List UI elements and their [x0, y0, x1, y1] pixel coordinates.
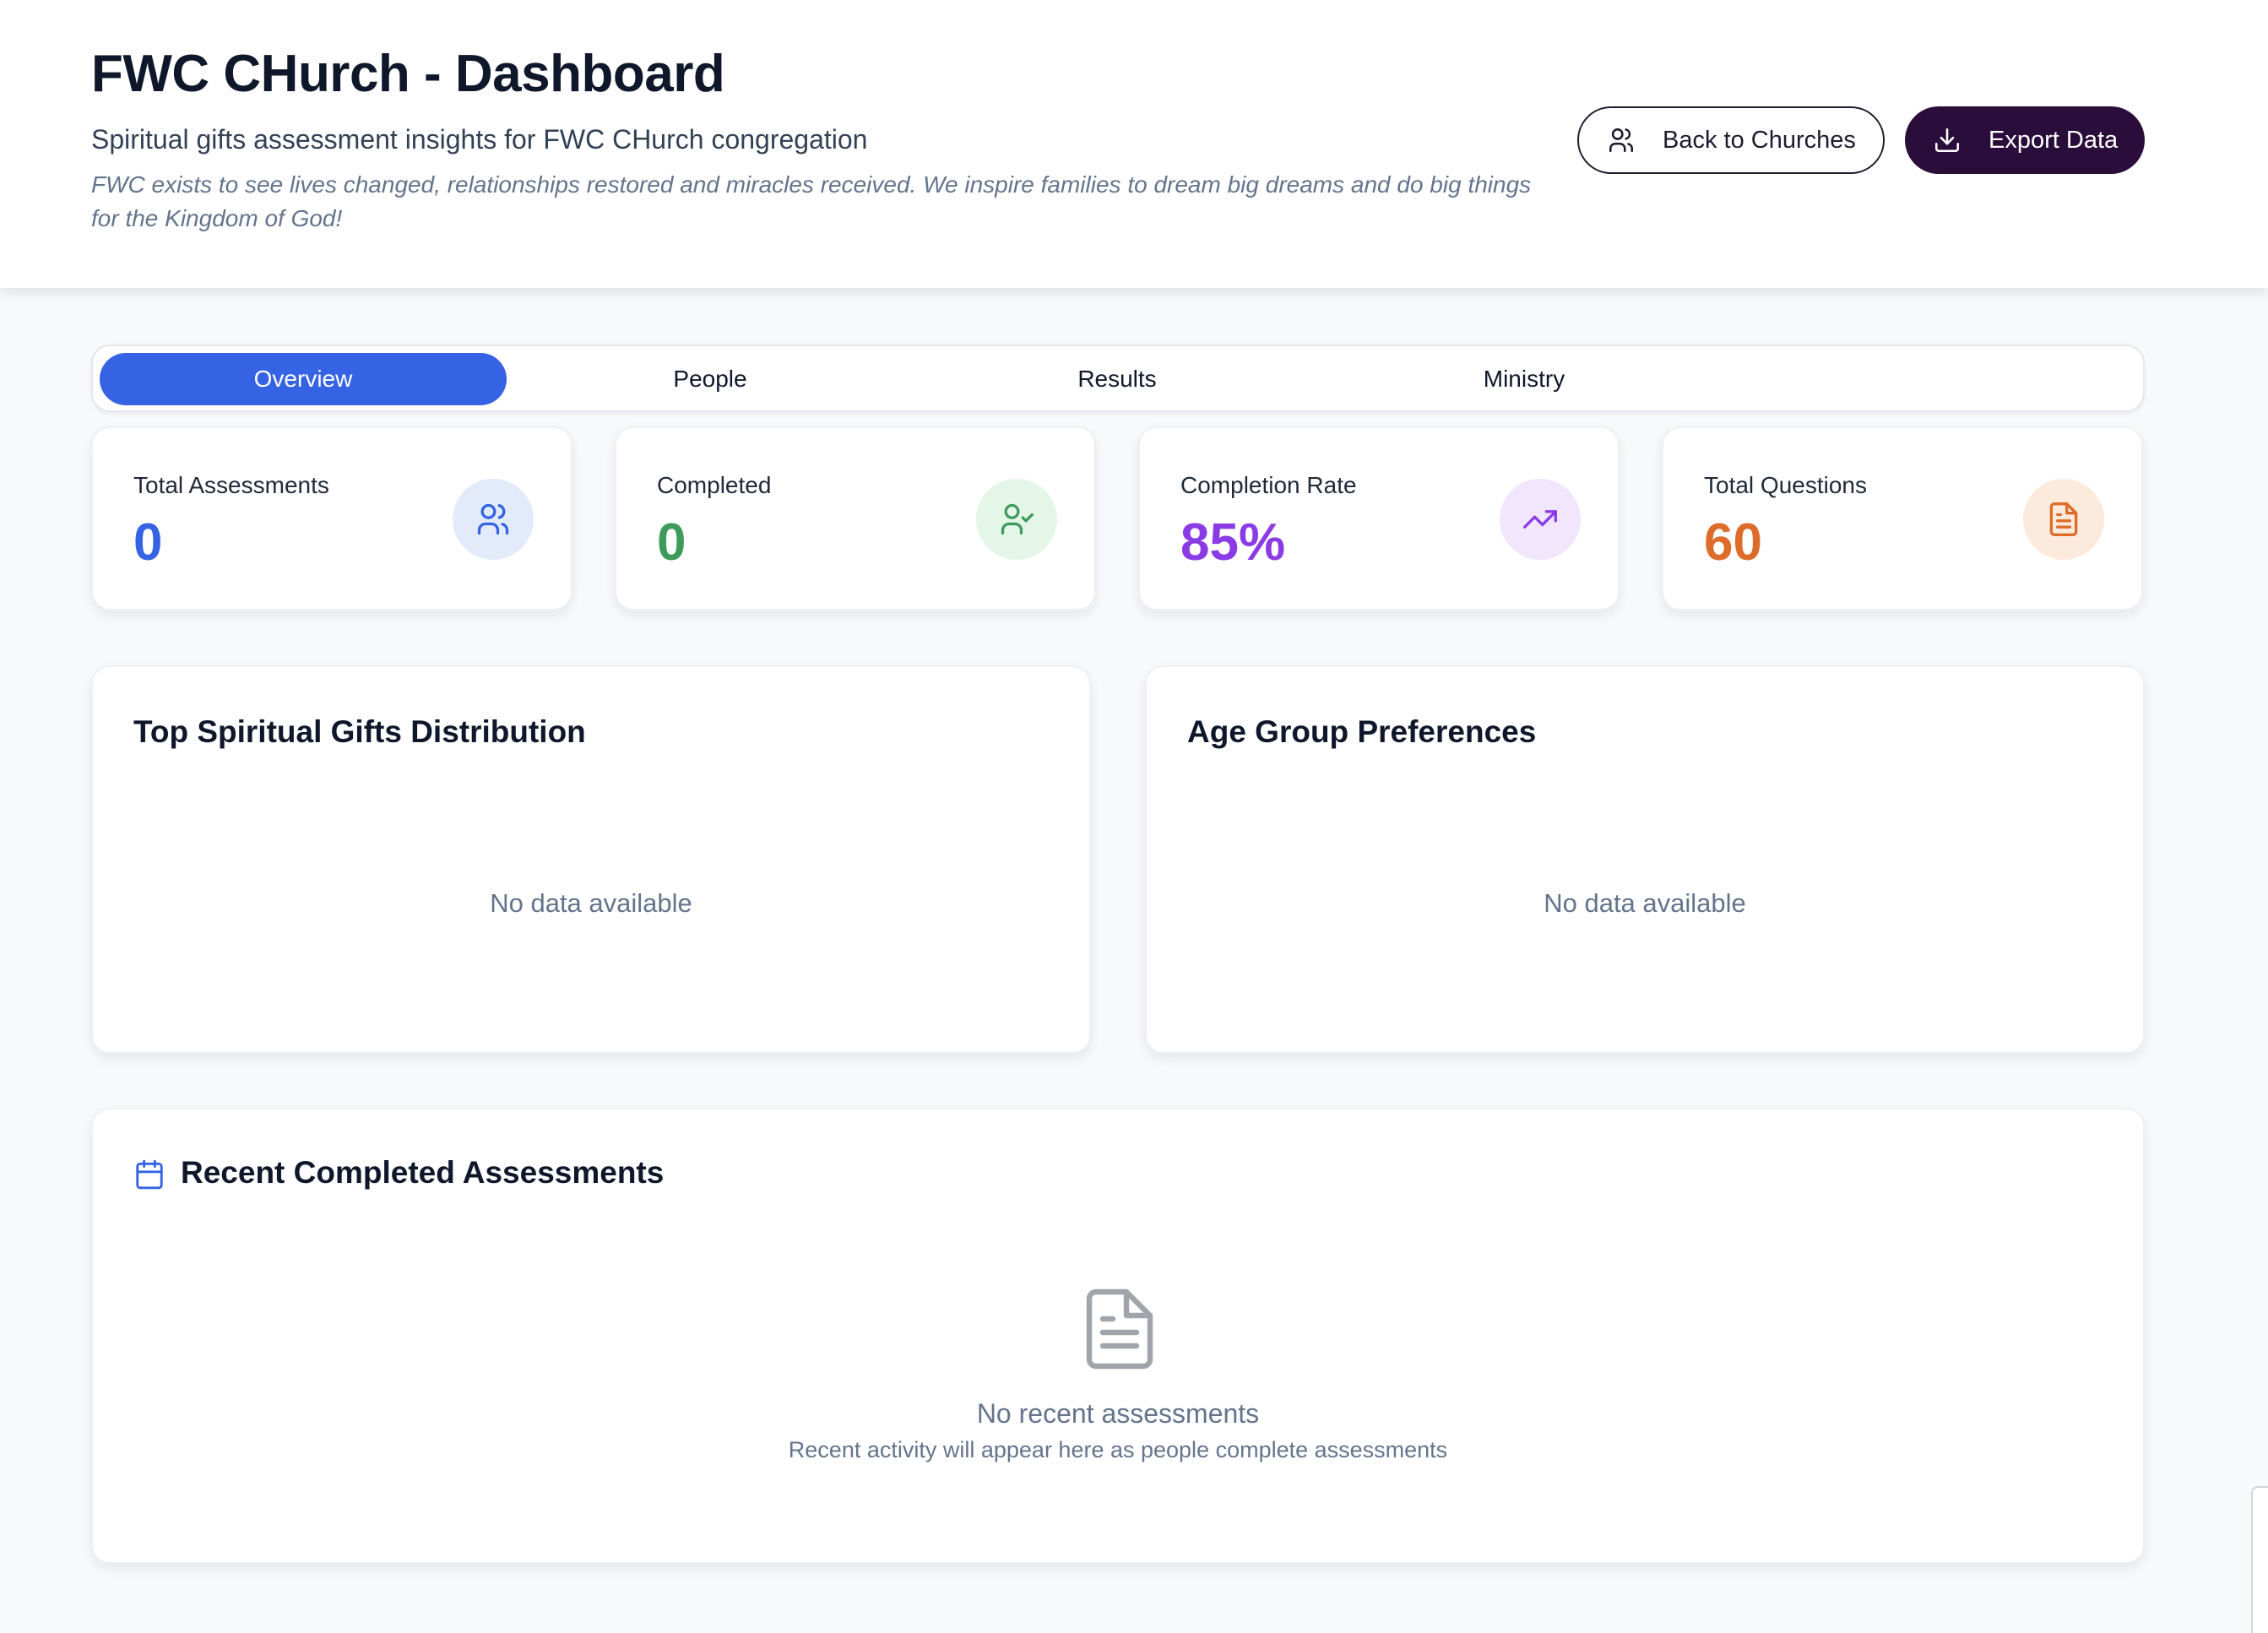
- tab-results[interactable]: Results: [914, 353, 1321, 405]
- stat-card-total-assessments: Total Assessments 0: [91, 426, 572, 610]
- recent-assessments-panel: Recent Completed Assessments No recent a…: [91, 1108, 2145, 1564]
- page-title: FWC CHurch - Dashboard: [91, 45, 725, 103]
- empty-state-title: No recent assessments: [976, 1398, 1260, 1429]
- dashboard-tabs: Overview People Results Ministry: [91, 345, 2145, 412]
- document-icon: [1086, 1288, 1153, 1370]
- empty-state-text: No data available: [490, 888, 692, 918]
- document-icon: [2023, 479, 2104, 560]
- stat-card-completion-rate: Completion Rate 85%: [1138, 426, 1620, 610]
- panel-title: Recent Completed Assessments: [181, 1155, 665, 1190]
- gifts-distribution-panel: Top Spiritual Gifts Distribution No data…: [91, 665, 1091, 1054]
- side-panel-edge: [2251, 1486, 2268, 1633]
- stat-value: 60: [1704, 513, 1762, 572]
- back-to-churches-button[interactable]: Back to Churches: [1577, 106, 1885, 174]
- stat-label: Completed: [657, 472, 772, 498]
- back-to-churches-label: Back to Churches: [1663, 126, 1856, 154]
- age-group-panel: Age Group Preferences No data available: [1145, 665, 2145, 1054]
- page-header: FWC CHurch - Dashboard Spiritual gifts a…: [0, 0, 2268, 288]
- empty-state-subtitle: Recent activity will appear here as peop…: [788, 1437, 1448, 1462]
- panel-title: Age Group Preferences: [1187, 714, 1537, 749]
- tab-overview[interactable]: Overview: [100, 353, 507, 405]
- stat-card-total-questions: Total Questions 60: [1662, 426, 2143, 610]
- stat-label: Total Assessments: [133, 472, 329, 498]
- stat-label: Total Questions: [1704, 472, 1867, 498]
- stat-value: 0: [657, 513, 686, 572]
- stat-value: 85%: [1180, 513, 1286, 572]
- stat-value: 0: [133, 513, 163, 572]
- stat-card-completed: Completed 0: [615, 426, 1096, 610]
- page-subtitle: Spiritual gifts assessment insights for …: [91, 124, 868, 155]
- export-data-label: Export Data: [1989, 126, 2119, 154]
- calendar-icon: [136, 1159, 163, 1190]
- tab-ministry[interactable]: Ministry: [1321, 353, 1728, 405]
- empty-state-text: No data available: [1544, 888, 1746, 918]
- users-icon: [1609, 127, 1634, 153]
- download-icon: [1934, 127, 1960, 153]
- users-icon: [453, 479, 534, 560]
- export-data-button[interactable]: Export Data: [1905, 106, 2145, 174]
- church-mission: FWC exists to see lives changed, relatio…: [91, 171, 1532, 231]
- tab-people[interactable]: People: [507, 353, 914, 405]
- user-check-icon: [976, 479, 1057, 560]
- trending-up-icon: [1500, 479, 1581, 560]
- stat-label: Completion Rate: [1180, 472, 1357, 498]
- panel-title: Top Spiritual Gifts Distribution: [133, 714, 586, 749]
